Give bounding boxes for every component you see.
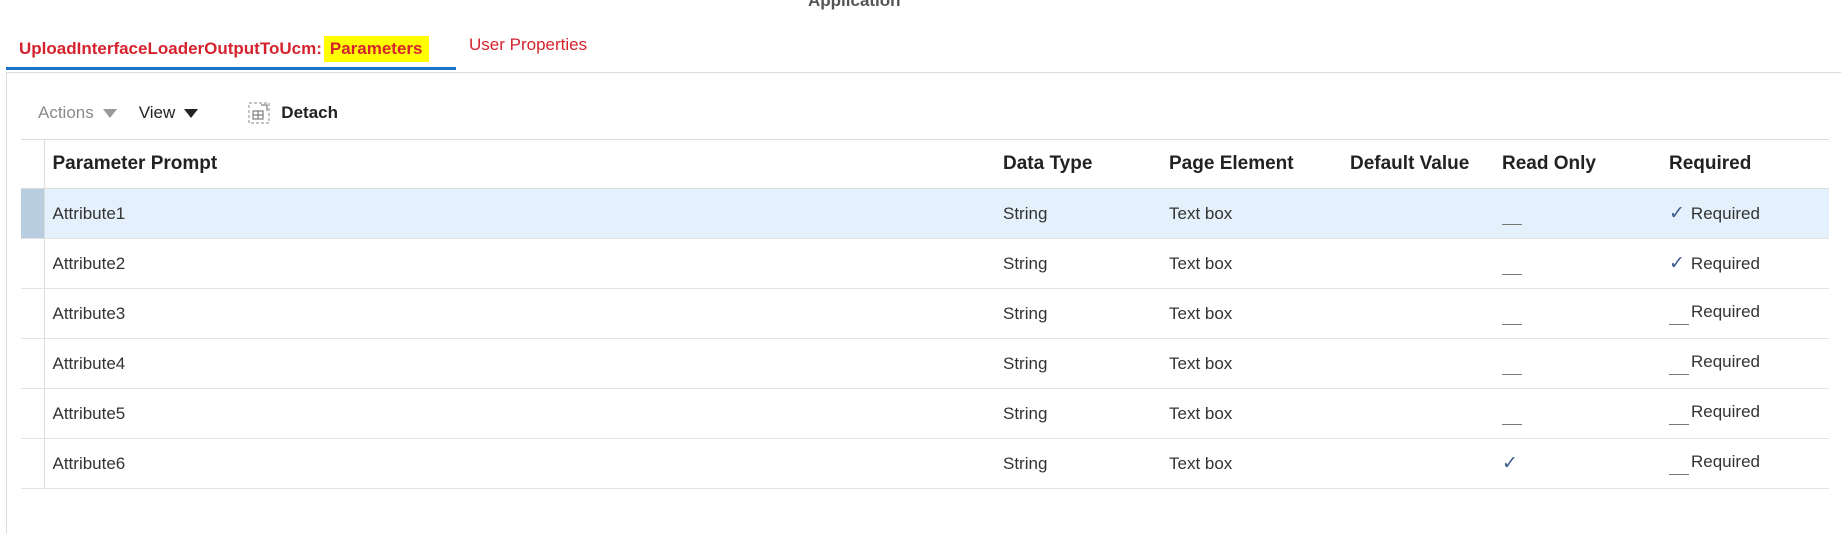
table-row[interactable]: Attribute3 String Text box Required [21,288,1829,339]
row-selector[interactable] [21,388,45,439]
unchecked-dash-icon [1502,274,1522,275]
cell-read-only [1494,188,1661,239]
cell-page-element: Text box [1161,388,1342,439]
column-header[interactable]: Read Only [1494,139,1661,189]
required-label: Required [1691,402,1760,421]
cell-page-element: Text box [1161,438,1342,489]
checkmark-icon: ✓ [1669,203,1685,224]
cell-data-type: String [995,388,1161,439]
column-header[interactable]: Page Element [1161,139,1342,189]
row-selector[interactable] [21,238,45,289]
detach-label: Detach [281,103,338,122]
cell-required: Required [1661,338,1829,389]
cell-page-element: Text box [1161,238,1342,289]
cell-parameter-prompt: Attribute3 [44,288,995,339]
required-label: Required [1690,204,1760,223]
table-header-row: Parameter Prompt Data Type Page Element … [21,139,1829,189]
parameters-table: Parameter Prompt Data Type Page Element … [21,139,1829,489]
chevron-down-icon [184,108,199,118]
cell-required: ✓ Required [1661,238,1829,289]
column-header[interactable]: Required [1661,139,1829,189]
cell-default-value [1342,188,1494,239]
actions-menu-button[interactable]: Actions [38,103,117,123]
cell-default-value [1342,388,1494,439]
view-label: View [138,103,176,122]
checkmark-icon: ✓ [1502,453,1518,474]
cell-read-only [1494,388,1661,439]
row-selector[interactable] [21,188,45,239]
cell-parameter-prompt: Attribute5 [44,388,995,439]
checkmark-icon: ✓ [1669,253,1685,274]
table-row[interactable]: Attribute2 String Text box ✓ Required [21,238,1829,289]
unchecked-dash-icon [1669,424,1689,425]
cell-required: Required [1661,288,1829,339]
panel-left-border [6,72,7,534]
cell-data-type: String [995,288,1161,339]
cell-parameter-prompt: Attribute4 [44,338,995,389]
tab-parameters[interactable]: UploadInterfaceLoaderOutputToUcm: Parame… [6,30,456,70]
unchecked-dash-icon [1669,474,1689,475]
cell-required: Required [1661,438,1829,489]
unchecked-dash-icon [1502,224,1522,225]
table-row[interactable]: Attribute6 String Text box ✓ Required [21,438,1829,489]
column-header[interactable]: Default Value [1342,139,1494,189]
tab-user-properties[interactable]: User Properties [469,35,587,55]
unchecked-dash-icon [1502,324,1522,325]
cell-default-value [1342,438,1494,489]
detach-icon [248,102,270,124]
cell-default-value [1342,338,1494,389]
cell-read-only [1494,238,1661,289]
required-label: Required [1690,254,1760,273]
cell-page-element: Text box [1161,288,1342,339]
cell-default-value [1342,288,1494,339]
cell-read-only [1494,288,1661,339]
row-selector-header [21,139,45,189]
required-label: Required [1691,352,1760,371]
unchecked-dash-icon [1502,374,1522,375]
cell-data-type: String [995,338,1161,389]
cell-parameter-prompt: Attribute1 [44,188,995,239]
cell-default-value [1342,238,1494,289]
unchecked-dash-icon [1669,324,1689,325]
column-header[interactable]: Parameter Prompt [44,139,995,189]
cell-read-only [1494,338,1661,389]
column-header[interactable]: Data Type [995,139,1161,189]
table-row[interactable]: Attribute1 String Text box ✓ Required [21,188,1829,239]
tab-bar: UploadInterfaceLoaderOutputToUcm: Parame… [6,0,1841,73]
required-label: Required [1691,302,1760,321]
cell-parameter-prompt: Attribute6 [44,438,995,489]
row-selector[interactable] [21,288,45,339]
cell-read-only: ✓ [1494,438,1661,489]
table-row[interactable]: Attribute4 String Text box Required [21,338,1829,389]
cell-parameter-prompt: Attribute2 [44,238,995,289]
row-selector[interactable] [21,438,45,489]
cell-required: ✓ Required [1661,188,1829,239]
actions-label: Actions [38,103,94,122]
unchecked-dash-icon [1502,424,1522,425]
required-label: Required [1691,452,1760,471]
cell-required: Required [1661,388,1829,439]
table-toolbar: Actions View Detach [38,101,338,125]
cell-data-type: String [995,238,1161,289]
chevron-down-icon [102,108,117,118]
view-menu-button[interactable]: View [139,103,199,123]
tab-parameters-prefix: UploadInterfaceLoaderOutputToUcm: [19,38,322,58]
cell-page-element: Text box [1161,338,1342,389]
tab-parameters-highlight: Parameters [323,35,429,62]
row-selector[interactable] [21,338,45,389]
unchecked-dash-icon [1669,374,1689,375]
table-row[interactable]: Attribute5 String Text box Required [21,388,1829,439]
cell-data-type: String [995,438,1161,489]
cell-page-element: Text box [1161,188,1342,239]
cell-data-type: String [995,188,1161,239]
detach-button[interactable]: Detach [248,102,338,124]
